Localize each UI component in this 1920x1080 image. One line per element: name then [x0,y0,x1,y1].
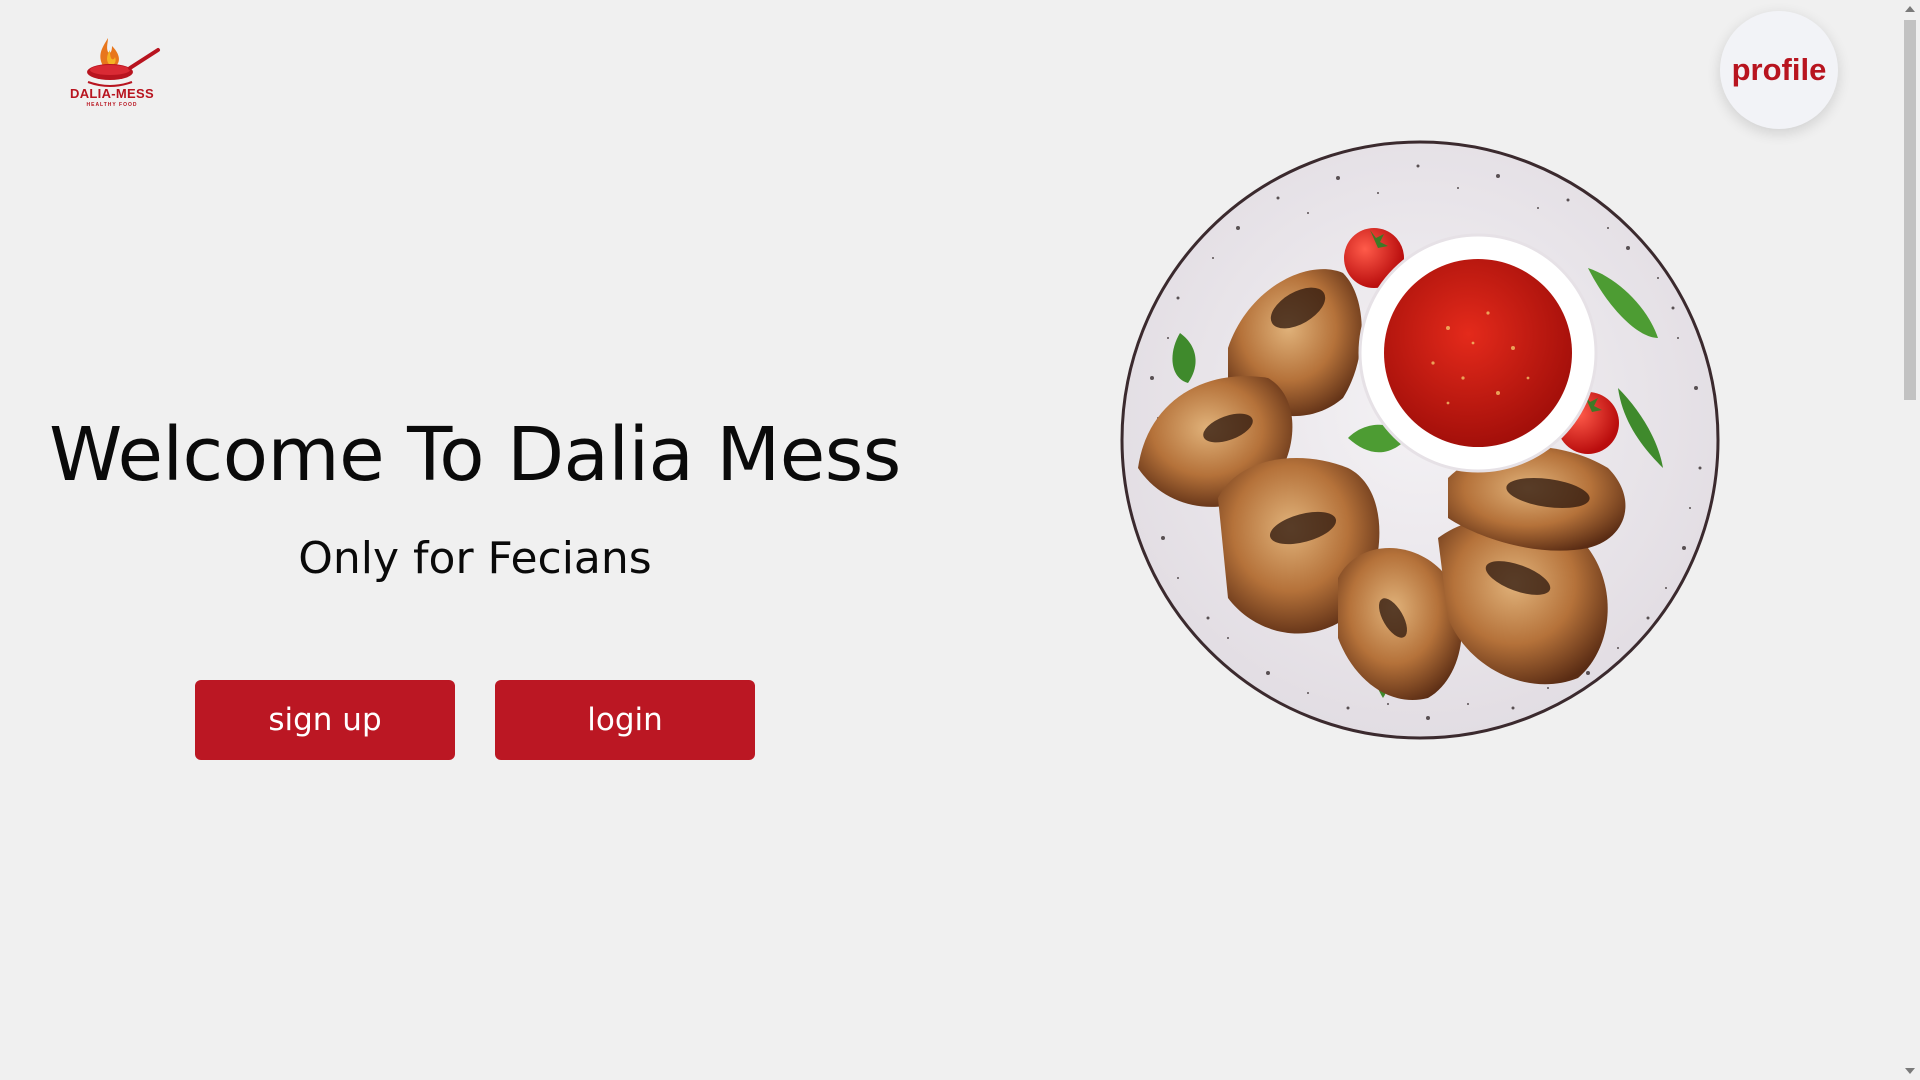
logo-tagline: HEALTHY FOOD [86,102,138,108]
page-title: Welcome To Dalia Mess [49,412,901,498]
scroll-up-arrow-icon[interactable] [1905,6,1915,12]
food-plate-image [1118,138,1722,742]
logo-name: DALIA-MESS [70,86,154,101]
flaming-pan-logo-icon [87,38,160,87]
page-subtitle: Only for Fecians [298,533,652,584]
profile-button[interactable]: profile [1720,11,1838,129]
login-button[interactable]: login [495,680,755,760]
brand-logo[interactable]: DALIA-MESS HEALTHY FOOD [62,30,162,110]
scrollbar-thumb[interactable] [1904,20,1916,400]
sign-up-button[interactable]: sign up [195,680,455,760]
vertical-scrollbar[interactable] [1900,0,1920,1080]
scroll-down-arrow-icon[interactable] [1905,1068,1915,1074]
